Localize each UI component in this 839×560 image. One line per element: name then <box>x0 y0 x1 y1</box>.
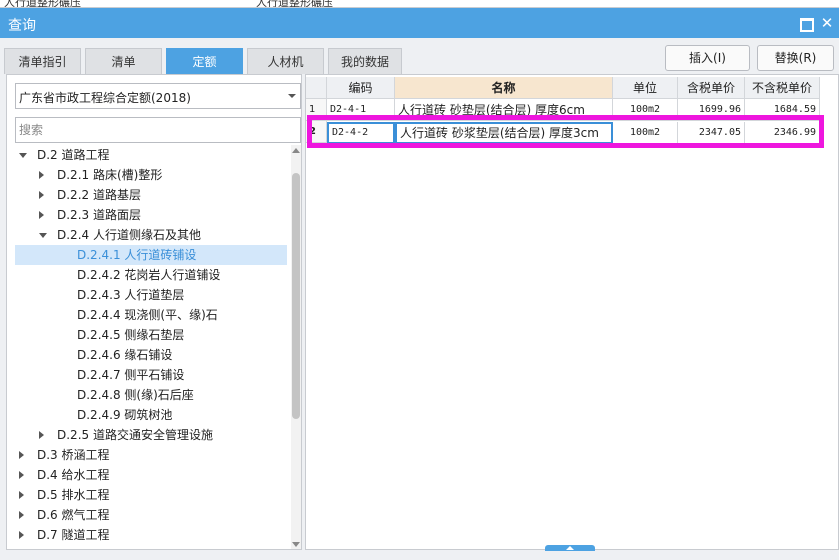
collapsed-caret-icon[interactable] <box>19 531 24 539</box>
tree-node-label: D.2.2 道路基层 <box>57 188 141 202</box>
scroll-down-icon[interactable] <box>292 542 300 547</box>
tab-list-guide[interactable]: 清单指引 <box>4 48 81 74</box>
tree-node[interactable]: D.2.4.5 侧缘石垫层 <box>7 325 287 345</box>
tree-node[interactable]: D.2.4.6 缘石铺设 <box>7 345 287 365</box>
insert-button[interactable]: 插入(I) <box>665 45 750 71</box>
table-header: 编码 名称 单位 含税单价 不含税单价 <box>306 77 839 99</box>
window-titlebar: 查询 ✕ <box>0 8 839 38</box>
tree-node-label: D.2.4.7 侧平石铺设 <box>77 368 185 382</box>
tab-list[interactable]: 清单 <box>85 48 162 74</box>
tree-node[interactable]: D.6 燃气工程 <box>7 505 287 525</box>
header-code[interactable]: 编码 <box>327 77 395 99</box>
scroll-up-icon[interactable] <box>292 148 300 153</box>
tree-node[interactable]: D.2.4.2 花岗岩人行道铺设 <box>7 265 287 285</box>
header-price-notax[interactable]: 不含税单价 <box>745 77 820 99</box>
tree-node-label: D.2.3 道路面层 <box>57 208 141 222</box>
header-rownum <box>306 77 327 99</box>
expanded-caret-icon[interactable] <box>39 233 47 238</box>
header-name[interactable]: 名称 <box>395 77 613 99</box>
collapsed-caret-icon[interactable] <box>19 451 24 459</box>
tree-node[interactable]: D.2.4.8 侧(缘)石后座 <box>7 385 287 405</box>
tree-node[interactable]: D.5 排水工程 <box>7 485 287 505</box>
tree-node-label: D.2.4.3 人行道垫层 <box>77 288 185 302</box>
collapsed-caret-icon[interactable] <box>39 171 44 179</box>
tree-node-label: D.2.4.8 侧(缘)石后座 <box>77 388 194 402</box>
tree-node-label: D.2.4.4 现浇侧(平、缘)石 <box>77 308 218 322</box>
library-select[interactable]: 广东省市政工程综合定额(2018) <box>15 83 301 109</box>
tree-node[interactable]: D.2.2 道路基层 <box>7 185 287 205</box>
collapsed-caret-icon[interactable] <box>39 431 44 439</box>
tree-scrollbar[interactable] <box>291 145 301 549</box>
tree-node[interactable]: D.2.5 道路交通安全管理设施 <box>7 425 287 445</box>
tree-node-label: D.3 桥涵工程 <box>37 448 110 462</box>
tree-node-label: D.2.4.2 花岗岩人行道铺设 <box>77 268 221 282</box>
tree-node[interactable]: D.2.4.3 人行道垫层 <box>7 285 287 305</box>
quota-tree: D.2 道路工程 D.2.1 路床(槽)整形 D.2.2 道路基层 D.2.3 道路面… <box>7 145 287 545</box>
search-input[interactable] <box>15 117 301 143</box>
tree-node-label: D.2.4.6 缘石铺设 <box>77 348 173 362</box>
close-icon[interactable]: ✕ <box>818 14 836 32</box>
tree-node[interactable]: D.2.4.7 侧平石铺设 <box>7 365 287 385</box>
tree-node-label: D.2.1 路床(槽)整形 <box>57 168 163 182</box>
bottom-edge <box>0 552 839 560</box>
replace-button[interactable]: 替换(R) <box>757 45 834 71</box>
tree-node[interactable]: D.2.1 路床(槽)整形 <box>7 165 287 185</box>
collapsed-caret-icon[interactable] <box>19 471 24 479</box>
window-title: 查询 <box>8 18 36 34</box>
tree-node-label: D.2.4 人行道侧缘石及其他 <box>57 228 201 242</box>
tab-materials[interactable]: 人材机 <box>247 48 324 74</box>
background-row-strip: 人行道整形碾压 人行道整形碾压 <box>0 0 839 8</box>
collapse-handle[interactable] <box>545 545 595 551</box>
library-select-value: 广东省市政工程综合定额(2018) <box>19 91 191 105</box>
collapsed-caret-icon[interactable] <box>19 511 24 519</box>
tree-node-label: D.2 道路工程 <box>37 148 110 162</box>
expanded-caret-icon[interactable] <box>19 153 27 158</box>
tree-node[interactable]: D.7 隧道工程 <box>7 525 287 545</box>
tree-node[interactable]: D.4 给水工程 <box>7 465 287 485</box>
tree-node[interactable]: D.2.4.9 砌筑树池 <box>7 405 287 425</box>
tree-node-label: D.2.4.1 人行道砖铺设 <box>77 248 197 262</box>
background-row-mid: 人行道整形碾压 <box>256 0 333 8</box>
collapsed-caret-icon[interactable] <box>39 191 44 199</box>
tree-node-label: D.5 排水工程 <box>37 488 110 502</box>
tree-node[interactable]: D.2.3 道路面层 <box>7 205 287 225</box>
tree-node[interactable]: D.2.4.4 现浇侧(平、缘)石 <box>7 305 287 325</box>
tree-node[interactable]: D.2 道路工程 <box>7 145 287 165</box>
maximize-icon[interactable] <box>796 14 814 32</box>
chevron-down-icon <box>288 94 296 98</box>
tree-node-selected[interactable]: D.2.4.1 人行道砖铺设 <box>15 245 287 265</box>
selection-highlight-box <box>307 115 824 148</box>
tree-node[interactable]: D.3 桥涵工程 <box>7 445 287 465</box>
tree-node-label: D.4 给水工程 <box>37 468 110 482</box>
tab-quota[interactable]: 定额 <box>166 48 243 74</box>
background-row-left: 人行道整形碾压 <box>4 0 81 8</box>
left-pane: 广东省市政工程综合定额(2018) D.2 道路工程D.2.1 路床(槽)整形D… <box>6 74 302 550</box>
tree-node[interactable]: D.2.4 人行道侧缘石及其他 <box>7 225 287 245</box>
tree-node-label: D.6 燃气工程 <box>37 508 110 522</box>
header-price-tax[interactable]: 含税单价 <box>678 77 745 99</box>
tab-my-data[interactable]: 我的数据 <box>328 48 402 74</box>
tree-node-label: D.2.4.9 砌筑树池 <box>77 408 173 422</box>
tree-node-label: D.2.5 道路交通安全管理设施 <box>57 428 213 442</box>
scroll-thumb[interactable] <box>292 173 300 419</box>
tree-node-label: D.2.4.5 侧缘石垫层 <box>77 328 185 342</box>
collapsed-caret-icon[interactable] <box>39 211 44 219</box>
collapsed-caret-icon[interactable] <box>19 491 24 499</box>
header-unit[interactable]: 单位 <box>613 77 678 99</box>
tree-node-label: D.7 隧道工程 <box>37 528 110 542</box>
